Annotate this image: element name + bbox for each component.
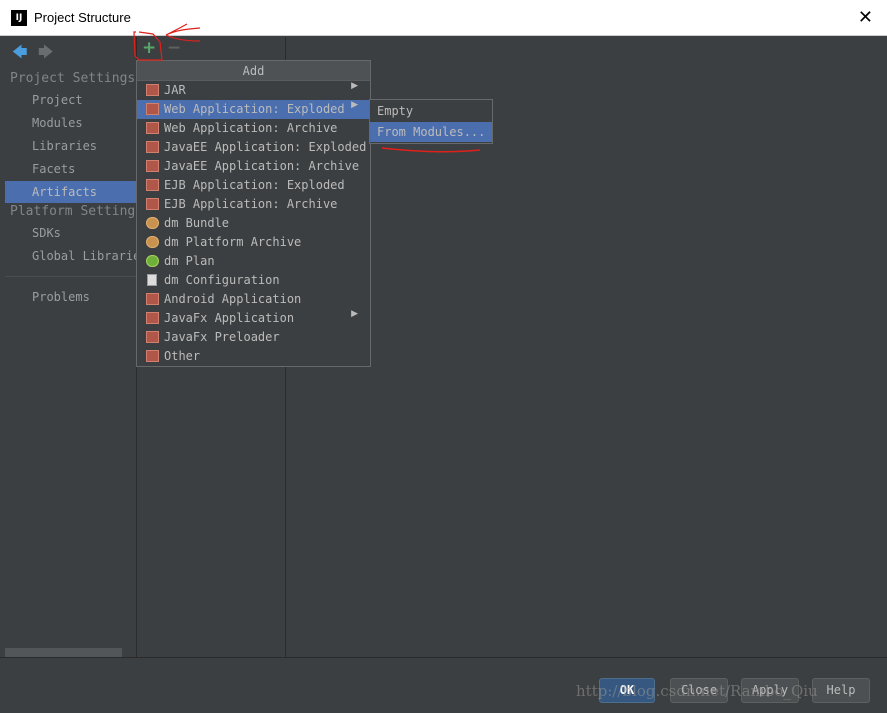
menu-item-javafx-preloader[interactable]: JavaFx Preloader: [137, 328, 370, 347]
artifact-icon: [146, 160, 159, 172]
submenu-arrow-icon: ▶: [351, 309, 358, 319]
artifact-icon: [146, 312, 159, 324]
sidebar-divider: [5, 276, 136, 277]
web-application-submenu: Empty From Modules...: [369, 99, 493, 144]
menu-item-ejb-application-exploded[interactable]: EJB Application: Exploded: [137, 176, 370, 195]
artifact-icon: [146, 293, 159, 305]
apply-button[interactable]: Apply: [741, 678, 799, 703]
arrow-right-icon[interactable]: 🡆: [38, 42, 54, 67]
menu-item-label: dm Platform Archive: [164, 235, 302, 249]
menu-item-label: JavaEE Application: Exploded: [164, 140, 367, 154]
menu-item-label: dm Bundle: [164, 216, 230, 230]
menu-item-label: Web Application: Archive: [164, 121, 338, 135]
menu-item-label: JavaFx Preloader: [164, 330, 280, 344]
artifact-icon: [146, 141, 159, 153]
menu-item-label: dm Plan: [164, 254, 215, 268]
menu-item-label: dm Configuration: [164, 273, 280, 287]
submenu-item-empty[interactable]: Empty: [370, 101, 492, 121]
dm-archive-icon: [146, 236, 159, 248]
window-title: Project Structure: [34, 10, 131, 25]
menu-item-label: EJB Application: Archive: [164, 197, 338, 211]
menu-item-dm-bundle[interactable]: dm Bundle: [137, 214, 370, 233]
submenu-arrow-icon: ▶: [351, 100, 358, 110]
artifact-icon: [146, 198, 159, 210]
menu-item-web-application-exploded[interactable]: Web Application: Exploded ▶: [137, 100, 370, 119]
menu-item-label: EJB Application: Exploded: [164, 178, 345, 192]
menu-item-dm-plan[interactable]: dm Plan: [137, 252, 370, 271]
sidebar-item-modules[interactable]: Modules: [5, 112, 136, 134]
menu-item-dm-platform-archive[interactable]: dm Platform Archive: [137, 233, 370, 252]
ok-button[interactable]: OK: [599, 678, 655, 703]
artifact-icon: [146, 350, 159, 362]
close-button[interactable]: Close: [670, 678, 728, 703]
menu-item-label: Other: [164, 349, 201, 363]
add-icon[interactable]: +: [142, 38, 156, 58]
dm-plan-icon: [146, 255, 159, 267]
title-bar: IJ Project Structure ✕: [0, 0, 887, 36]
submenu-arrow-icon: ▶: [351, 81, 358, 91]
menu-item-web-application-archive[interactable]: Web Application: Archive: [137, 119, 370, 138]
menu-item-android-application[interactable]: Android Application: [137, 290, 370, 309]
artifact-icon: [146, 103, 159, 115]
artifact-icon: [146, 122, 159, 134]
menu-item-label: JavaFx Application: [164, 311, 295, 325]
add-popup-menu: Add JAR ▶ Web Application: Exploded ▶ Web Ap…: [136, 60, 371, 367]
sidebar-item-project[interactable]: Project: [5, 89, 136, 111]
help-button[interactable]: Help: [812, 678, 870, 703]
menu-item-javaee-application-exploded[interactable]: JavaEE Application: Exploded: [137, 138, 370, 157]
menu-item-label: JAR: [164, 83, 186, 97]
intellij-app-icon: IJ: [11, 10, 27, 26]
submenu-item-from-modules[interactable]: From Modules...: [370, 122, 492, 142]
dm-bundle-icon: [146, 217, 159, 229]
artifact-icon: [146, 331, 159, 343]
sidebar-item-global-libraries[interactable]: Global Libraries: [5, 245, 136, 267]
annotation-underline: [381, 147, 481, 153]
menu-item-label: Android Application: [164, 292, 302, 306]
document-icon: [147, 274, 157, 286]
menu-item-label: JavaEE Application: Archive: [164, 159, 360, 173]
platform-settings-header: Platform Settings: [10, 204, 144, 219]
sidebar-item-libraries[interactable]: Libraries: [5, 135, 136, 157]
sidebar-navigation: 🡄 🡆: [5, 37, 136, 65]
sidebar-item-facets[interactable]: Facets: [5, 158, 136, 180]
menu-item-ejb-application-archive[interactable]: EJB Application: Archive: [137, 195, 370, 214]
menu-header: Add: [137, 61, 370, 81]
vertical-scrollbar[interactable]: [878, 37, 887, 657]
menu-item-dm-configuration[interactable]: dm Configuration: [137, 271, 370, 290]
close-window-icon[interactable]: ✕: [858, 7, 873, 28]
sidebar-item-sdks[interactable]: SDKs: [5, 222, 136, 244]
artifact-icon: [146, 179, 159, 191]
menu-item-other[interactable]: Other: [137, 347, 370, 366]
menu-item-label: Web Application: Exploded: [164, 102, 345, 116]
sidebar-item-artifacts[interactable]: Artifacts: [5, 181, 136, 203]
sidebar-horizontal-scrollbar[interactable]: [5, 648, 122, 657]
artifact-icon: [146, 84, 159, 96]
menu-item-javaee-application-archive[interactable]: JavaEE Application: Archive: [137, 157, 370, 176]
menu-item-jar[interactable]: JAR ▶: [137, 81, 370, 100]
remove-icon[interactable]: −: [167, 38, 181, 58]
menu-item-javafx-application[interactable]: JavaFx Application ▶: [137, 309, 370, 328]
arrow-left-icon[interactable]: 🡄: [12, 42, 28, 67]
project-settings-header: Project Settings: [10, 71, 136, 86]
sidebar-item-problems[interactable]: Problems: [5, 286, 136, 308]
